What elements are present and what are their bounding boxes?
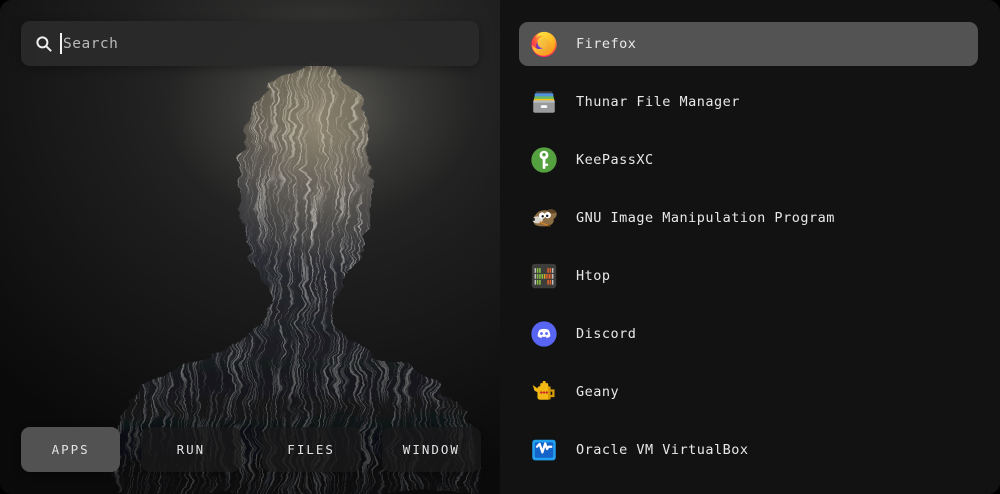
discord-icon [529, 319, 559, 349]
virtualbox-icon [529, 435, 559, 465]
text-caret [60, 33, 62, 54]
firefox-icon [529, 29, 559, 59]
app-launcher-window: Search APPS RUN FILES WINDOW Firefox Thu… [0, 0, 1000, 494]
app-label: GNU Image Manipulation Program [576, 210, 835, 226]
app-label: KeePassXC [576, 152, 654, 168]
htop-icon [529, 261, 559, 291]
tab-run[interactable]: RUN [141, 427, 240, 472]
app-list-item[interactable]: Geany [519, 370, 978, 414]
search-icon [35, 35, 53, 53]
app-list-item[interactable]: Discord [519, 312, 978, 356]
thunar-icon [529, 87, 559, 117]
app-list: Firefox Thunar File Manager KeePassXC GN… [500, 0, 1000, 494]
mode-tab-bar: APPS RUN FILES WINDOW [21, 427, 481, 472]
app-list-item[interactable]: KeePassXC [519, 138, 978, 182]
geany-icon [529, 377, 559, 407]
tab-files[interactable]: FILES [262, 427, 361, 472]
app-list-item[interactable]: Thunar File Manager [519, 80, 978, 124]
app-label: Firefox [576, 36, 636, 52]
tab-window[interactable]: WINDOW [382, 427, 481, 472]
app-label: Thunar File Manager [576, 94, 740, 110]
app-label: Htop [576, 268, 611, 284]
app-list-item[interactable]: GNU Image Manipulation Program [519, 196, 978, 240]
gimp-icon [529, 203, 559, 233]
search-placeholder: Search [63, 36, 118, 52]
background-art [0, 0, 500, 494]
left-pane: Search APPS RUN FILES WINDOW [0, 0, 500, 494]
app-list-item[interactable]: Firefox [519, 22, 978, 66]
tab-apps[interactable]: APPS [21, 427, 120, 472]
keepassxc-icon [529, 145, 559, 175]
app-label: Discord [576, 326, 636, 342]
search-input[interactable]: Search [21, 21, 479, 66]
app-list-item[interactable]: Oracle VM VirtualBox [519, 428, 978, 472]
app-list-item[interactable]: Htop [519, 254, 978, 298]
app-label: Geany [576, 384, 619, 400]
app-label: Oracle VM VirtualBox [576, 442, 749, 458]
